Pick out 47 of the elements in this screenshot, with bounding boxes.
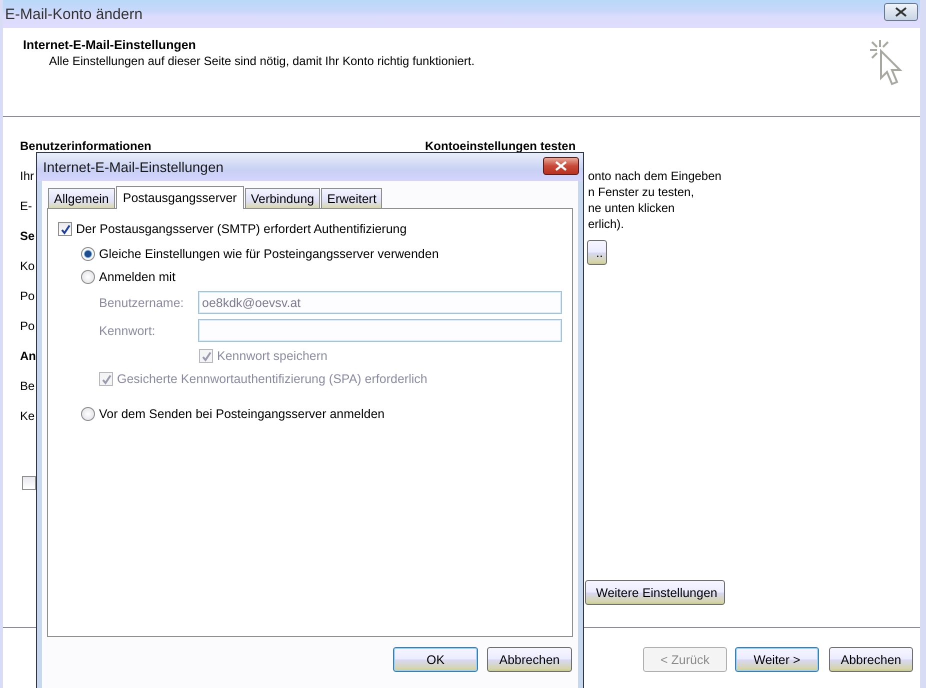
tab[interactable]: Postausgangsserver — [116, 186, 244, 209]
close-button[interactable] — [543, 157, 579, 175]
close-icon — [895, 7, 907, 17]
radio-button[interactable] — [81, 407, 95, 421]
field-label: Kennwort: — [99, 324, 156, 338]
dialog-button[interactable]: Abbrechen — [487, 647, 572, 672]
field-label: Be — [20, 378, 35, 395]
window-title: E-Mail-Konto ändern — [5, 6, 143, 22]
description-text: onto nach dem Eingeben — [588, 168, 722, 184]
description-text: n Fenster zu testen, — [588, 184, 696, 200]
option-label: Kennwort speichern — [217, 349, 328, 363]
field-label: Ko — [20, 258, 35, 275]
checkbox[interactable] — [22, 476, 36, 490]
footer-button[interactable]: Weiter > — [735, 647, 819, 672]
field-label: E- — [20, 198, 32, 215]
section-heading: An — [20, 348, 36, 365]
description-text: erlich). — [588, 216, 626, 232]
field-label: Ke — [20, 408, 35, 425]
page-description: Alle Einstellungen auf dieser Seite sind nötig, damit Ihr Konto richtig funktioniert. — [49, 54, 475, 68]
field-label: Po — [20, 318, 35, 335]
option-label: Anmelden mit — [99, 270, 176, 284]
option-label: Gesicherte Kennwortauthentifizierung (SPA) erforderlich — [117, 372, 428, 386]
field-label: Benutzername: — [99, 296, 185, 310]
tab[interactable]: Erweitert — [321, 188, 382, 208]
tab[interactable]: Allgemein — [48, 188, 115, 208]
option-label: Gleiche Einstellungen wie für Posteingangsserver verwenden — [99, 247, 439, 261]
dialog-button[interactable]: OK — [393, 647, 478, 672]
tab[interactable]: Verbindung — [244, 188, 320, 208]
field-label: Po — [20, 288, 35, 305]
radio-button[interactable] — [81, 270, 95, 284]
more-settings-button[interactable]: Weitere Einstellungen — [585, 580, 725, 605]
section-heading: Se — [20, 228, 35, 245]
checkbox[interactable] — [58, 222, 72, 236]
test-button[interactable]: .. — [587, 240, 607, 265]
close-icon — [555, 161, 567, 171]
section-heading: Benutzerinformationen — [20, 138, 152, 155]
description-text: ne unten klicken — [588, 200, 676, 216]
section-heading: Kontoeinstellungen testen — [425, 138, 577, 154]
dialog-title: Internet-E-Mail-Einstellungen — [43, 159, 224, 175]
page-title: Internet-E-Mail-Einstellungen — [23, 38, 197, 52]
cursor-sparkle-icon — [868, 38, 904, 88]
footer-button[interactable]: Abbrechen — [829, 647, 913, 672]
radio-button[interactable] — [81, 247, 95, 261]
close-button[interactable] — [884, 3, 918, 21]
field-label: Ihr — [20, 168, 34, 185]
option-label: Vor dem Senden bei Posteingangsserver anmelden — [99, 407, 385, 421]
option-label: Der Postausgangsserver (SMTP) erfordert Authentifizierung — [76, 222, 407, 236]
